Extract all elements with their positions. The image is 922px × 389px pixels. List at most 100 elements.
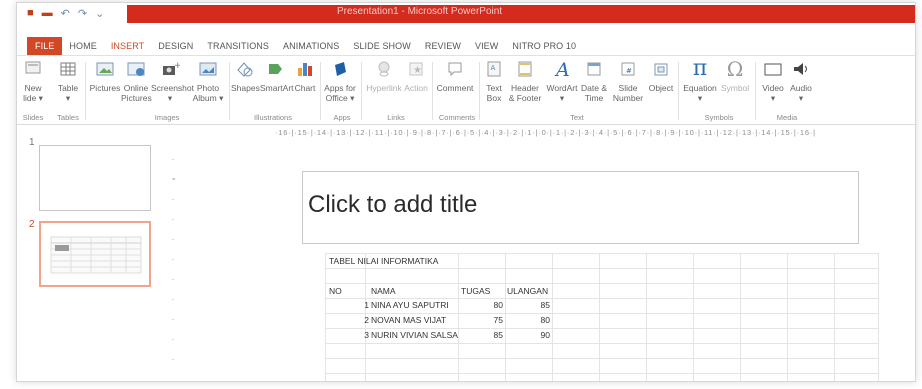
shapes-label: Shapes [231, 83, 260, 93]
slide-1-thumbnail[interactable] [39, 145, 151, 211]
row-2-no: 2 [364, 315, 369, 325]
group-label-media: Media [776, 113, 798, 122]
grid-line [834, 253, 835, 381]
grid-line [325, 313, 879, 314]
symbol-button[interactable]: Ω Symbol [719, 58, 751, 93]
row-1-ulangan: 85 [540, 300, 550, 310]
audio-button[interactable]: Audio ▾ [787, 58, 815, 103]
row-1-nama: NINA AYU SAPUTRI [371, 300, 449, 310]
redo-icon[interactable]: ↷ [78, 7, 87, 20]
smartart-icon [265, 58, 287, 80]
quick-access-toolbar: ■ ▬ ↶ ↷ ⌄ [27, 7, 104, 20]
chart-label: Chart [294, 83, 316, 93]
slide-number-button[interactable]: # Slide Number [610, 58, 646, 103]
group-label-links: Links [387, 113, 405, 122]
equation-button[interactable]: π Equation ▾ [681, 58, 719, 104]
slide-canvas[interactable]: Click to add title TABEL NILAI INFORMATI… [189, 143, 915, 381]
online-pictures-label: Online Pictures [121, 83, 152, 103]
svg-text:+: + [174, 61, 180, 71]
grid-line [325, 358, 879, 359]
group-label-text: Text [570, 113, 584, 122]
group-label-images: Images [154, 113, 180, 122]
row-3-tugas: 85 [493, 330, 503, 340]
grid-line [646, 253, 647, 381]
grid-line [325, 343, 879, 344]
group-label-illustrations: Illustrations [254, 113, 292, 122]
tab-home[interactable]: HOME [62, 37, 103, 55]
comment-label: Comment [436, 83, 474, 93]
hyperlink-button[interactable]: Hyperlink [365, 58, 403, 93]
screenshot-label: Screenshot ▾ [151, 83, 194, 103]
embedded-sheet[interactable]: TABEL NILAI INFORMATIKA NO NAMA TUGAS UL… [325, 253, 879, 381]
date-time-button[interactable]: Date & Time [579, 58, 609, 103]
tab-transitions[interactable]: TRANSITIONS [200, 37, 276, 55]
grid-line [325, 253, 879, 254]
symbol-label: Symbol [720, 83, 750, 93]
title-placeholder[interactable]: Click to add title [302, 171, 859, 244]
tab-nitro-pro[interactable]: NITRO PRO 10 [505, 37, 583, 55]
text-box-button[interactable]: A Text Box [483, 58, 505, 103]
tab-design[interactable]: DESIGN [151, 37, 200, 55]
slide-2-preview [50, 236, 142, 274]
pictures-button[interactable]: Pictures [89, 58, 121, 93]
action-button[interactable]: ★ Action [403, 58, 429, 93]
shapes-button[interactable]: Shapes [231, 58, 260, 93]
photo-album-button[interactable]: Photo Album ▾ [191, 58, 225, 103]
action-icon: ★ [405, 58, 427, 80]
header-tugas: TUGAS [461, 286, 491, 296]
slide-number-icon: # [617, 58, 639, 80]
tab-animations[interactable]: ANIMATIONS [276, 37, 346, 55]
smartart-button[interactable]: SmartArt [260, 58, 294, 93]
wordart-button[interactable]: A WordArt ▾ [545, 58, 579, 103]
tab-view[interactable]: VIEW [468, 37, 505, 55]
sheet-title: TABEL NILAI INFORMATIKA [329, 256, 439, 266]
save-icon[interactable]: ▬ [42, 7, 53, 20]
table-label: Table ▾ [57, 83, 79, 103]
screenshot-button[interactable]: + Screenshot ▾ [151, 58, 194, 103]
tab-slide-show[interactable]: SLIDE SHOW [346, 37, 418, 55]
object-button[interactable]: Object [647, 58, 675, 93]
new-slide-label: New lide ▾ [23, 83, 43, 103]
grid-line [599, 253, 600, 381]
grid-line [325, 298, 879, 299]
slide-2-thumbnail[interactable] [39, 221, 151, 287]
group-separator [85, 62, 86, 120]
video-button[interactable]: Video ▾ [759, 58, 787, 103]
tab-review[interactable]: REVIEW [418, 37, 468, 55]
app-icon[interactable]: ■ [27, 7, 34, 20]
row-1-tugas: 80 [493, 300, 503, 310]
chart-button[interactable]: Chart [293, 58, 317, 93]
header-ulangan: ULANGAN [507, 286, 549, 296]
apps-for-office-button[interactable]: Apps for Office ▾ [323, 58, 357, 103]
horizontal-ruler: ·16·|·15·|·14·|·13·|·12·|·11·|·10·|·9·|·… [275, 128, 816, 137]
comment-button[interactable]: Comment [435, 58, 475, 93]
svg-text:★: ★ [413, 65, 422, 76]
header-footer-icon [514, 58, 536, 80]
picture-icon [94, 58, 116, 80]
customize-icon[interactable]: ⌄ [95, 7, 104, 20]
table-button[interactable]: Table ▾ [55, 58, 81, 103]
ribbon-tabs: FILE HOME INSERT DESIGN TRANSITIONS ANIM… [17, 37, 915, 55]
new-slide-button[interactable]: New lide ▾ [21, 58, 45, 103]
wordart-label: WordArt ▾ [546, 83, 578, 103]
shapes-icon [234, 58, 256, 80]
grid-line [787, 253, 788, 381]
row-3-no: 3 [364, 330, 369, 340]
undo-icon[interactable]: ↶ [61, 7, 70, 20]
group-label-comments: Comments [438, 113, 476, 122]
grid-line [325, 253, 326, 381]
calendar-icon [583, 58, 605, 80]
header-footer-button[interactable]: Header & Footer [507, 58, 543, 103]
text-box-icon: A [483, 58, 505, 80]
row-3-nama: NURIN VIVIAN SALSA [371, 330, 458, 340]
title-bar: ■ ▬ ↶ ↷ ⌄ Presentation1 - Microsoft Powe… [17, 3, 915, 29]
online-pictures-button[interactable]: Online Pictures [121, 58, 152, 103]
chart-icon [294, 58, 316, 80]
new-slide-icon [22, 58, 44, 80]
tab-insert[interactable]: INSERT [104, 37, 151, 55]
header-no: NO [329, 286, 342, 296]
omega-icon: Ω [726, 57, 744, 81]
ribbon-insert: New lide ▾ Table ▾ Pictures Online Pictu… [17, 55, 915, 125]
tab-file[interactable]: FILE [27, 37, 63, 55]
title-strip [127, 5, 915, 23]
